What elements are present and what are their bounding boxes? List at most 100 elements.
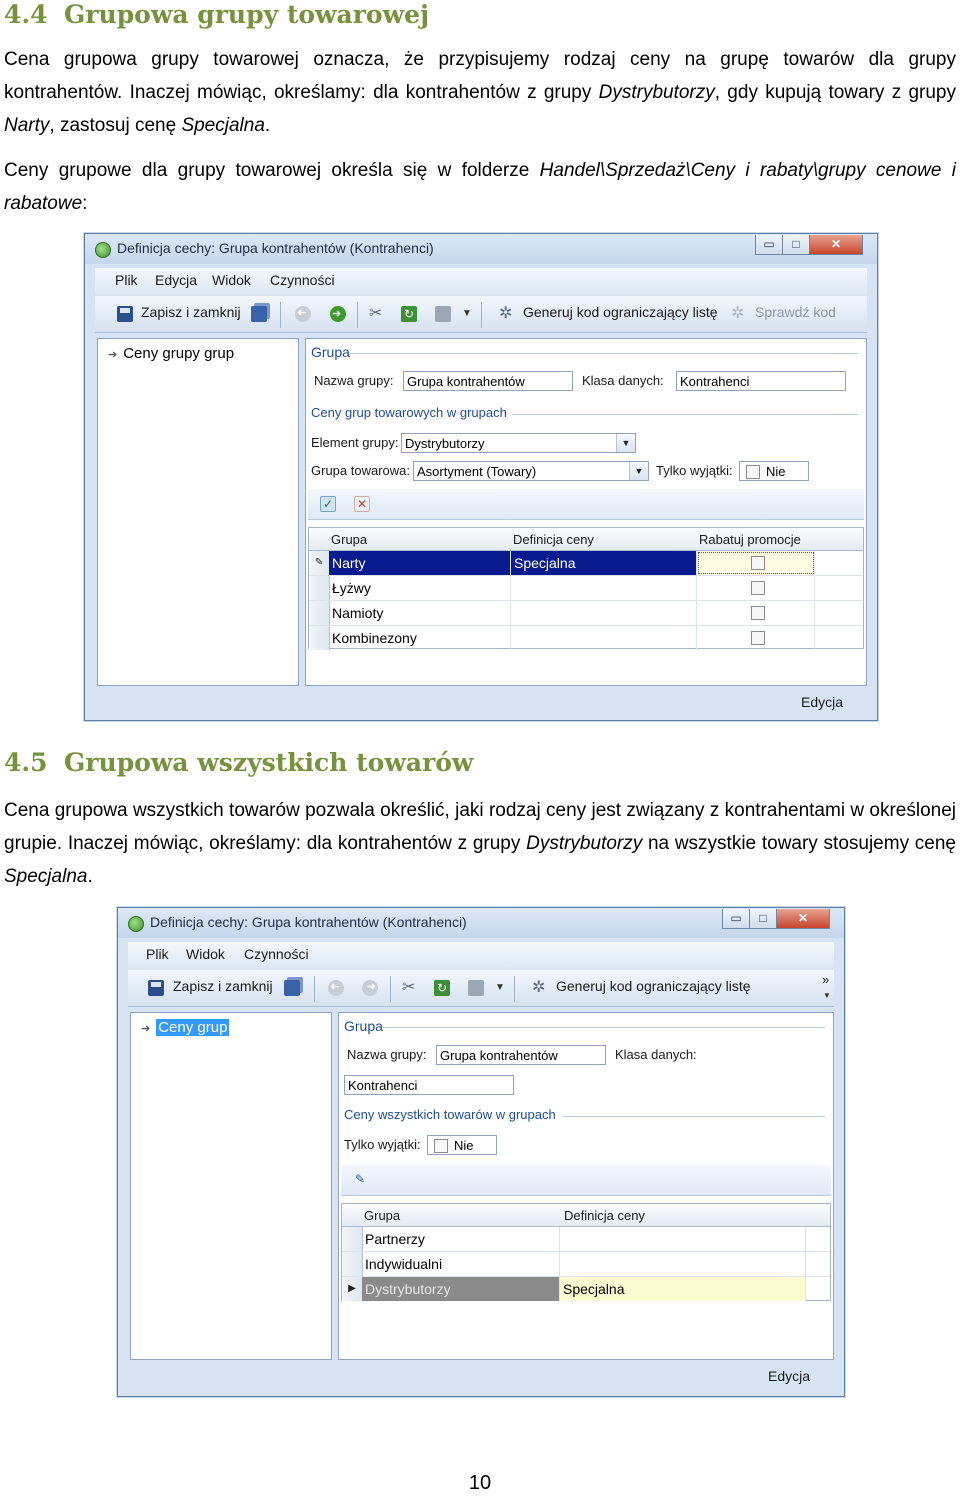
accept-icon[interactable]: ✓ — [320, 496, 336, 512]
exceptions-checkbox[interactable] — [434, 1139, 448, 1153]
cell-price[interactable]: Specjalna — [511, 551, 697, 575]
save-all-icon[interactable] — [284, 980, 300, 996]
refresh-icon[interactable]: ↻ — [401, 306, 417, 322]
exceptions-value: Nie — [766, 464, 786, 479]
back-icon[interactable] — [328, 980, 344, 996]
class-field[interactable]: Kontrahenci — [676, 371, 846, 391]
forward-icon[interactable] — [330, 306, 346, 322]
prices-grid: Grupa Definicja ceny Partnerzy Indywidua… — [341, 1203, 831, 1301]
chevron-down-icon[interactable]: ▼ — [616, 434, 635, 452]
menu-widok[interactable]: Widok — [186, 946, 225, 962]
table-row[interactable]: Namioty — [309, 601, 863, 626]
chevron-down-icon[interactable]: ▼ — [462, 306, 472, 322]
chevron-down-icon[interactable]: ▼ — [629, 462, 648, 480]
back-icon[interactable] — [295, 306, 311, 322]
tree-item[interactable]: ➔ Ceny grupy grup — [108, 345, 234, 362]
cell-promo[interactable] — [697, 576, 815, 600]
cell-price[interactable] — [560, 1227, 806, 1251]
generate-icon[interactable]: ✲ — [499, 306, 515, 322]
cell-price[interactable] — [511, 626, 697, 650]
delete-icon[interactable]: ✕ — [354, 496, 370, 512]
tree-item[interactable]: ➔ Ceny grup — [141, 1019, 230, 1036]
forward-icon[interactable] — [362, 980, 378, 996]
exceptions-checkbox[interactable] — [746, 465, 760, 479]
minimize-button[interactable]: ▭ — [722, 909, 750, 929]
element-combo[interactable]: Dystrybutorzy ▼ — [401, 433, 636, 453]
table-row[interactable]: Indywidualni — [342, 1252, 830, 1277]
toolbar-overflow-button[interactable]: » — [822, 972, 829, 987]
refresh-icon[interactable]: ↻ — [434, 980, 450, 996]
save-icon[interactable] — [117, 306, 133, 322]
cell-promo[interactable] — [697, 601, 815, 625]
column-header[interactable]: Grupa — [364, 1208, 400, 1223]
print-icon[interactable] — [435, 306, 451, 322]
generate-icon[interactable]: ✲ — [532, 980, 548, 996]
promo-checkbox[interactable] — [751, 556, 765, 570]
save-icon[interactable] — [148, 980, 164, 996]
chevron-down-icon[interactable]: ▼ — [495, 980, 505, 996]
cell-group[interactable]: Łyżwy — [329, 576, 511, 600]
chevron-down-icon[interactable]: ▼ — [823, 988, 833, 1004]
menu-plik[interactable]: Plik — [146, 946, 169, 962]
maximize-button[interactable]: □ — [782, 235, 810, 255]
name-field[interactable]: Grupa kontrahentów — [403, 371, 573, 391]
cell-group[interactable]: Partnerzy — [362, 1227, 560, 1251]
text: na wszystkie towary stosujemy cenę — [642, 833, 956, 854]
column-header[interactable]: Grupa — [331, 532, 367, 547]
menu-czynnosci[interactable]: Czynności — [244, 946, 309, 962]
column-header[interactable]: Definicja ceny — [564, 1208, 645, 1223]
column-header[interactable]: Rabatuj promocje — [699, 532, 801, 547]
cell-promo[interactable] — [697, 551, 815, 575]
cell-group[interactable]: Narty — [329, 551, 511, 575]
table-row[interactable]: ✎ Narty Specjalna — [309, 551, 863, 576]
promo-checkbox[interactable] — [751, 606, 765, 620]
menu-plik[interactable]: Plik — [115, 272, 138, 288]
cell-price[interactable] — [511, 601, 697, 625]
table-row[interactable]: ▶ Dystrybutorzy Specjalna — [342, 1277, 830, 1301]
cell-promo[interactable] — [697, 626, 815, 650]
save-all-icon[interactable] — [251, 306, 267, 322]
cell-group[interactable]: Dystrybutorzy — [362, 1277, 560, 1301]
status-mode: Edycja — [768, 1368, 811, 1384]
class-field[interactable]: Kontrahenci — [344, 1075, 514, 1095]
check-icon[interactable]: ✲ — [731, 306, 747, 322]
cell-group[interactable]: Namioty — [329, 601, 511, 625]
table-row[interactable]: Kombinezony — [309, 626, 863, 650]
close-button[interactable]: ✕ — [809, 235, 863, 255]
cell-group[interactable]: Indywidualni — [362, 1252, 560, 1276]
edit-icon[interactable]: ✎ — [353, 1172, 367, 1186]
save-close-button[interactable]: Zapisz i zamknij — [173, 978, 273, 994]
minimize-button[interactable]: ▭ — [755, 235, 783, 255]
tools-icon[interactable]: ✂ — [369, 306, 385, 322]
exceptions-field[interactable]: Nie — [427, 1135, 497, 1155]
cell-price[interactable]: Specjalna — [560, 1277, 806, 1301]
check-code-button[interactable]: Sprawdź kod — [755, 304, 836, 320]
table-row[interactable]: Łyżwy — [309, 576, 863, 601]
cell-group[interactable]: Kombinezony — [329, 626, 511, 650]
cell-price[interactable] — [560, 1252, 806, 1276]
generate-code-button[interactable]: Generuj kod ograniczający listę — [523, 304, 718, 320]
exceptions-field[interactable]: Nie — [739, 461, 809, 481]
cell-price[interactable] — [511, 576, 697, 600]
exceptions-label: Tylko wyjątki: — [656, 463, 733, 478]
expand-arrow-icon: ➔ — [108, 349, 118, 361]
name-field[interactable]: Grupa kontrahentów — [436, 1045, 606, 1065]
menu-widok[interactable]: Widok — [212, 272, 251, 288]
toolbar-separator — [481, 302, 482, 328]
print-icon[interactable] — [468, 980, 484, 996]
save-close-button[interactable]: Zapisz i zamknij — [141, 304, 241, 320]
maximize-button[interactable]: □ — [749, 909, 777, 929]
tools-icon[interactable]: ✂ — [402, 980, 418, 996]
column-header[interactable]: Definicja ceny — [513, 532, 594, 547]
menu-czynnosci[interactable]: Czynności — [270, 272, 335, 288]
table-row[interactable]: Partnerzy — [342, 1227, 830, 1252]
close-button[interactable]: ✕ — [776, 909, 830, 929]
form-panel: Grupa Nazwa grupy: Grupa kontrahentów Kl… — [338, 1012, 834, 1360]
goods-group-combo[interactable]: Asortyment (Towary) ▼ — [413, 461, 649, 481]
promo-checkbox[interactable] — [751, 581, 765, 595]
menu-edycja[interactable]: Edycja — [155, 272, 197, 288]
promo-checkbox[interactable] — [751, 631, 765, 645]
generate-code-button[interactable]: Generuj kod ograniczający listę — [556, 978, 751, 994]
exceptions-value: Nie — [454, 1138, 474, 1153]
section-heading-4-4: 4.4 Grupowa grupy towarowej — [4, 0, 429, 29]
